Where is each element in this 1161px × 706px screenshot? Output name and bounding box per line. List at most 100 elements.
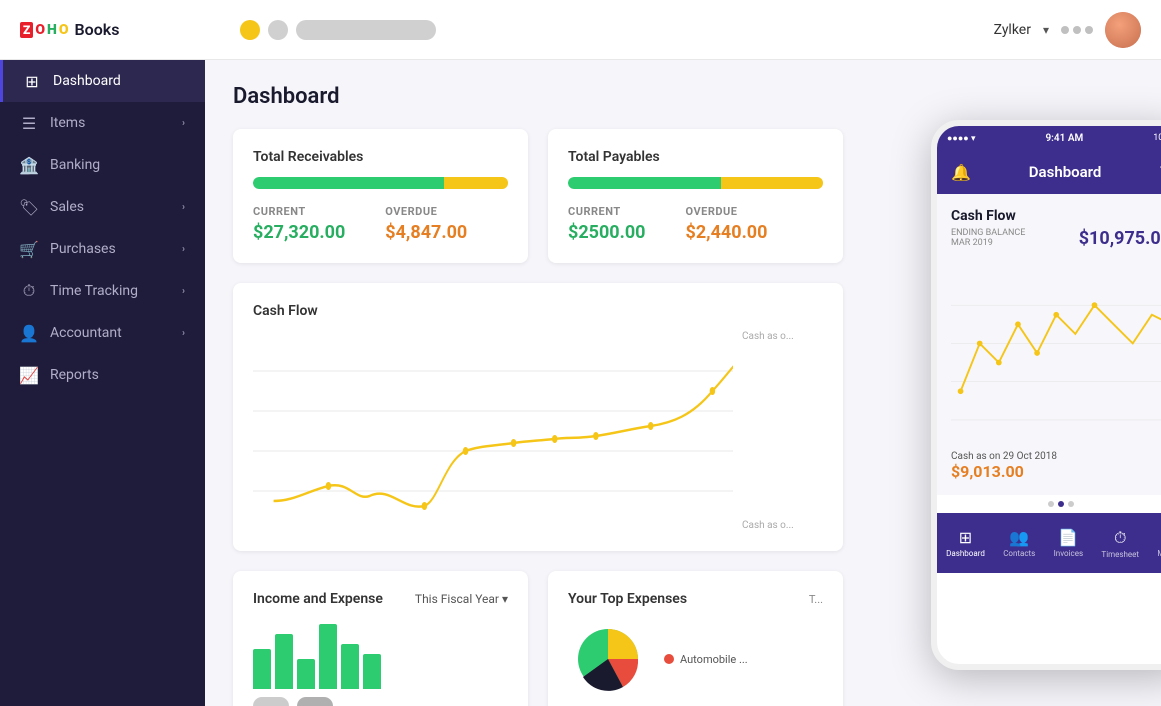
legend-item: Automobile ... [664, 653, 748, 666]
sidebar-item-sales[interactable]: 🏷 Sales › [0, 186, 205, 228]
zoho-h: H [47, 22, 57, 38]
payables-current-label: CURRENT [568, 205, 646, 218]
sidebar-label-dashboard: Dashboard [53, 73, 121, 89]
receivables-amounts: CURRENT $27,320.00 OVERDUE $4,847.00 [253, 205, 508, 243]
main-content: Dashboard Total Receivables CURRENT $27,… [205, 60, 1161, 706]
sidebar-item-accountant[interactable]: 👤 Accountant › [0, 312, 205, 354]
mobile-balance-amount: $10,975.00 [1079, 228, 1161, 249]
sales-icon: 🏷 [20, 198, 38, 216]
dashboard-icon: ⊞ [23, 72, 41, 90]
bar5 [341, 644, 359, 689]
cashflow-svg [253, 331, 733, 531]
time-tracking-chevron-icon: › [182, 286, 185, 297]
payables-yellow-bar [721, 177, 823, 189]
purchases-chevron-icon: › [182, 244, 185, 255]
dot-3 [1068, 501, 1074, 507]
bar3 [297, 659, 315, 689]
bar6 [363, 654, 381, 689]
pie-section: Automobile ... [568, 619, 823, 699]
bar4 [319, 624, 337, 689]
sidebar-label-accountant: Accountant [50, 325, 122, 341]
mobile-cash-amount: $9,013.00 [951, 462, 1161, 481]
receivables-progress [253, 177, 508, 189]
toggle-2[interactable] [297, 697, 333, 706]
mobile-header-title: Dashboard [1029, 163, 1102, 181]
mobile-chart-svg [951, 263, 1161, 443]
footer-contacts-label: Contacts [1003, 549, 1035, 558]
receivables-yellow-bar [444, 177, 508, 189]
topbar-dot-yellow [240, 20, 260, 40]
banking-icon: 🏦 [20, 156, 38, 174]
bottom-cards: Income and Expense This Fiscal Year ▾ [233, 571, 843, 706]
income-expense-bar-chart [253, 619, 508, 689]
pie-chart [568, 619, 648, 699]
mobile-bell-icon[interactable]: 🔔 [951, 163, 971, 182]
mobile-header: 🔔 Dashboard ↻ [937, 150, 1161, 194]
avatar[interactable] [1105, 12, 1141, 48]
chart-y-labels: Cash as o... Cash as o... [738, 331, 823, 531]
receivables-overdue-label: OVERDUE [385, 205, 467, 218]
bar2 [275, 634, 293, 689]
mobile-body: Cash Flow ENDING BALANCE Mar 2019 $10,97… [937, 194, 1161, 495]
mobile-footer-contacts[interactable]: 👥 Contacts [1003, 528, 1035, 558]
sidebar-item-purchases[interactable]: 🛒 Purchases › [0, 228, 205, 270]
topbar-search-bar[interactable] [296, 20, 436, 40]
top-expenses-card: Your Top Expenses T... Automobile ... [548, 571, 843, 706]
sidebar-item-time-tracking[interactable]: ⏱ Time Tracking › [0, 270, 205, 312]
footer-dashboard-icon: ⊞ [959, 528, 972, 547]
income-expense-filter[interactable]: This Fiscal Year ▾ [415, 592, 508, 606]
topbar-action-dots[interactable] [1061, 26, 1093, 34]
footer-contacts-icon: 👥 [1009, 528, 1029, 547]
mobile-time: 9:41 AM [1045, 133, 1083, 144]
sidebar-item-reports[interactable]: 📈 Reports [0, 354, 205, 396]
accountant-icon: 👤 [20, 324, 38, 342]
receivables-overdue-value: $4,847.00 [385, 222, 467, 243]
app-logo: Z O H O Books [20, 20, 220, 39]
legend-label: Automobile ... [680, 653, 748, 666]
sidebar-item-items[interactable]: ☰ Items › [0, 102, 205, 144]
mobile-battery: 100% [1153, 133, 1161, 143]
mobile-ending-balance: ENDING BALANCE Mar 2019 [951, 228, 1025, 248]
payables-overdue-value: $2,440.00 [686, 222, 768, 243]
mobile-footer-dashboard[interactable]: ⊞ Dashboard [946, 528, 985, 558]
toggle-1[interactable] [253, 697, 289, 706]
mobile-cash-date: Cash as on 29 Oct 2018 [951, 451, 1161, 462]
total-payables-card: Total Payables CURRENT $2500.00 OVERDUE … [548, 129, 843, 263]
chart-toggles [253, 697, 508, 706]
footer-timesheet-label: Timesheet [1101, 550, 1139, 559]
payables-title: Total Payables [568, 149, 823, 165]
legend-dot [664, 654, 674, 664]
sidebar-item-dashboard[interactable]: ⊞ Dashboard [0, 60, 205, 102]
user-dropdown-arrow[interactable]: ▾ [1043, 23, 1049, 37]
receivables-current-value: $27,320.00 [253, 222, 345, 243]
mobile-footer-invoices[interactable]: 📄 Invoices [1054, 528, 1083, 558]
zoho-z: Z [20, 22, 33, 38]
receivables-title: Total Receivables [253, 149, 508, 165]
mobile-footer-timesheet[interactable]: ⏱ Timesheet [1101, 528, 1139, 559]
dot3 [1085, 26, 1093, 34]
sidebar-item-banking[interactable]: 🏦 Banking [0, 144, 205, 186]
payables-green-bar [568, 177, 721, 189]
dot-2 [1058, 501, 1064, 507]
footer-invoices-icon: 📄 [1058, 528, 1078, 547]
dot-1 [1048, 501, 1054, 507]
footer-invoices-label: Invoices [1054, 549, 1083, 558]
mobile-footer-more[interactable]: ··· More [1157, 528, 1161, 558]
mobile-chart-area [951, 263, 1161, 443]
receivables-current: CURRENT $27,320.00 [253, 205, 345, 243]
receivables-green-bar [253, 177, 444, 189]
payables-progress [568, 177, 823, 189]
topbar-dot-gray [268, 20, 288, 40]
income-expense-header: Income and Expense This Fiscal Year ▾ [253, 591, 508, 607]
items-chevron-icon: › [182, 118, 185, 129]
income-expense-card: Income and Expense This Fiscal Year ▾ [233, 571, 528, 706]
cashflow-chart: Cash as o... Cash as o... [253, 331, 823, 531]
sidebar-label-time-tracking: Time Tracking [50, 283, 138, 299]
footer-more-label: More [1157, 549, 1161, 558]
y-label-bottom: Cash as o... [742, 520, 819, 531]
payables-current: CURRENT $2500.00 [568, 205, 646, 243]
receivables-current-label: CURRENT [253, 205, 345, 218]
receivables-overdue: OVERDUE $4,847.00 [385, 205, 467, 243]
total-receivables-card: Total Receivables CURRENT $27,320.00 OVE… [233, 129, 528, 263]
sidebar-label-reports: Reports [50, 367, 99, 383]
